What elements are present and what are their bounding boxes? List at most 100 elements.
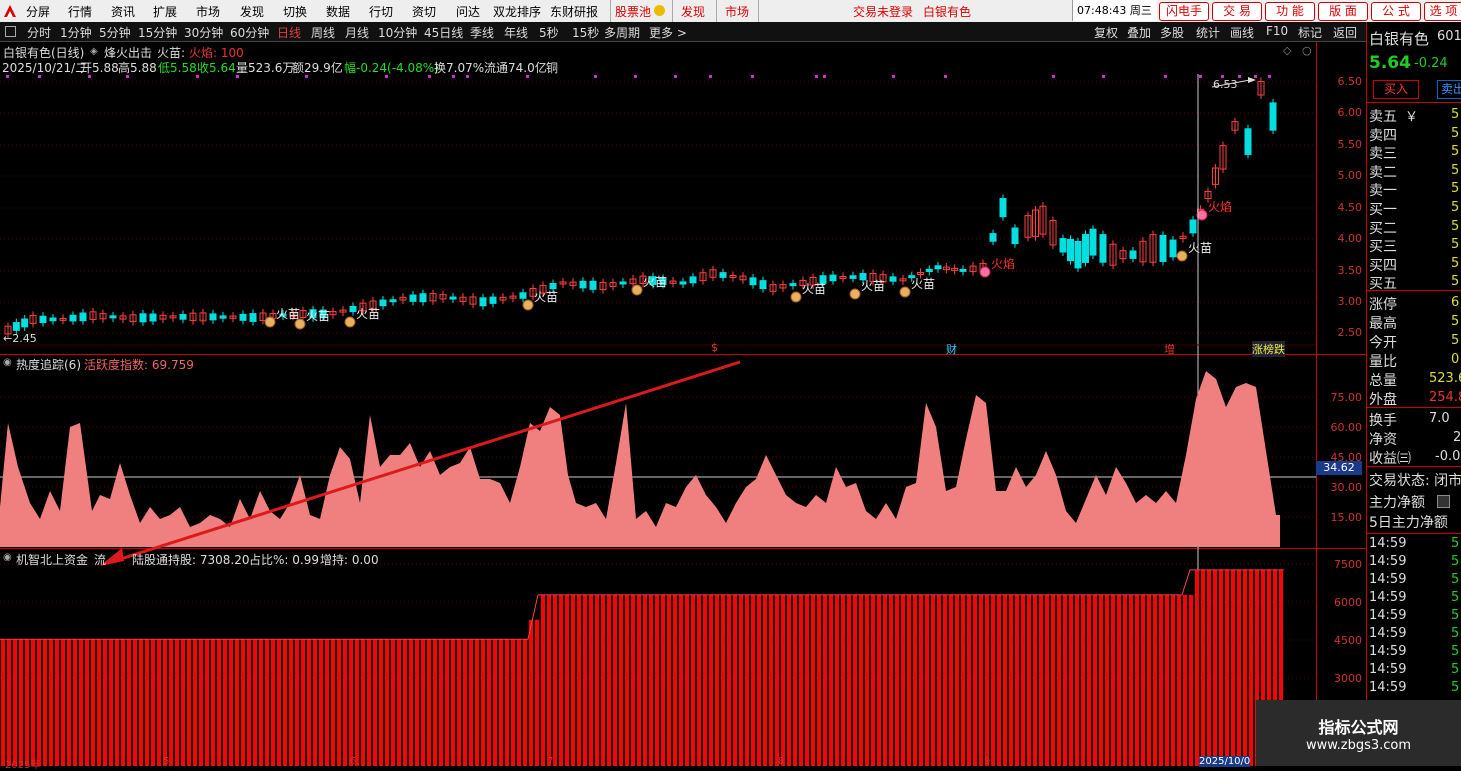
book-level-price: 5 <box>1451 181 1460 197</box>
north-bar <box>871 594 875 766</box>
quote-stock-code: 601 <box>1437 29 1461 44</box>
north-bar <box>277 639 281 766</box>
north-bar <box>685 594 689 766</box>
north-bar <box>145 639 149 766</box>
north-bar <box>1105 594 1109 766</box>
north-bar <box>79 639 83 766</box>
heat-panel-toggle-icon[interactable]: ◉ <box>3 357 12 368</box>
event-increase-marker[interactable]: 增 <box>1164 341 1175 357</box>
north-y-label: 3000 <box>1334 672 1362 685</box>
signal-markers: 火苗 火苗 火苗火苗火苗 火苗 火苗 火苗火苗火焰火焰 <box>264 199 1232 330</box>
north-bar <box>133 639 137 766</box>
north-bar <box>727 594 731 766</box>
book-level-price: 5 <box>1451 255 1460 271</box>
north-bar <box>1069 594 1073 766</box>
north-bar <box>61 639 65 766</box>
north-bar <box>193 639 197 766</box>
formula-button[interactable]: 公 式 <box>1371 2 1421 21</box>
candle-body <box>239 313 247 321</box>
north-bar <box>1087 594 1091 766</box>
miao-signal-icon <box>264 316 276 328</box>
north-bar <box>355 639 359 766</box>
book-level-label: 卖五 <box>1369 109 1397 125</box>
layout-button[interactable]: 版 面 <box>1318 2 1368 21</box>
north-bar <box>73 639 77 766</box>
north-bar <box>67 639 71 766</box>
north-y-label: 7500 <box>1334 558 1362 571</box>
event-finance-marker[interactable]: 财 <box>946 341 957 357</box>
flame-signal-label: 火焰 <box>1208 199 1232 214</box>
north-bar <box>49 639 53 766</box>
north-bar <box>793 594 797 766</box>
buy-button[interactable]: 买入 <box>1373 80 1419 99</box>
north-bar <box>91 639 95 766</box>
north-bar <box>985 594 989 766</box>
book-level-price: 5 <box>1451 237 1460 253</box>
candle-body <box>999 197 1007 218</box>
tick-time: 14:59 <box>1369 536 1407 551</box>
north-bar <box>265 639 269 766</box>
north-panel-toggle-icon[interactable]: ◉ <box>3 552 12 563</box>
north-bar <box>883 594 887 766</box>
north-bar <box>553 594 557 766</box>
north-bar <box>649 594 653 766</box>
tool-back[interactable]: 返回 <box>1333 24 1357 41</box>
north-bar <box>1225 569 1229 766</box>
quote-stat-label: 量比 <box>1369 354 1397 370</box>
north-bar <box>613 594 617 766</box>
north-bar <box>919 594 923 766</box>
north-bar <box>1237 569 1241 766</box>
north-bar <box>1135 594 1139 766</box>
book-level-label: 买二 <box>1369 220 1397 237</box>
north-bar <box>1141 594 1145 766</box>
north-bar <box>115 639 119 766</box>
north-bar <box>427 639 431 766</box>
candle-body <box>519 292 527 299</box>
candle-body <box>689 276 697 284</box>
north-bar <box>295 639 299 766</box>
miao-signal-icon <box>344 316 356 328</box>
north-bar <box>1243 569 1247 766</box>
signal-dot <box>944 75 947 78</box>
candle-body <box>1159 234 1167 262</box>
event-dividend-marker[interactable]: $ <box>711 341 718 354</box>
main-y-label: 5.00 <box>1337 169 1363 182</box>
event-limit-marker[interactable]: 涨榜跌 <box>1252 341 1285 357</box>
candle-body <box>49 317 57 322</box>
north-panel-title[interactable]: 机智北上资金 <box>16 551 88 568</box>
tick-time: 14:59 <box>1369 680 1407 695</box>
north-bar <box>1027 594 1031 766</box>
options-button[interactable]: 选 项 <box>1424 2 1461 21</box>
north-bar <box>25 639 29 766</box>
north-bar <box>805 594 809 766</box>
quote-divider <box>1367 407 1461 408</box>
north-bar <box>751 594 755 766</box>
main-flow-expand-icon[interactable] <box>1437 495 1450 508</box>
north-bar <box>211 639 215 766</box>
candle-body <box>934 265 942 270</box>
candle-body <box>849 275 857 279</box>
chart-canvas: 火苗 火苗 火苗火苗火苗 火苗 火苗 火苗火苗火焰火焰 <box>0 74 1316 766</box>
book-level-label: 买一 <box>1369 202 1397 218</box>
sell-button[interactable]: 卖出 <box>1437 80 1461 99</box>
north-bar <box>739 594 743 766</box>
north-bar <box>301 639 305 766</box>
north-bar <box>511 639 515 766</box>
north-bar <box>1207 569 1211 766</box>
north-bar <box>493 639 497 766</box>
north-bar <box>433 639 437 766</box>
north-bar <box>583 594 587 766</box>
north-bar <box>289 639 293 766</box>
tick-price: 5 <box>1451 590 1460 605</box>
north-bar <box>415 639 419 766</box>
heat-panel-title[interactable]: 热度追踪(6) <box>16 356 81 373</box>
north-bar <box>1039 594 1043 766</box>
north-bar <box>799 594 803 766</box>
signal-dot <box>6 75 9 78</box>
north-bar <box>223 639 227 766</box>
north-bar <box>715 594 719 766</box>
north-bar <box>175 639 179 766</box>
north-bar <box>1009 594 1013 766</box>
signal-dot <box>594 75 597 78</box>
book-level-price: 5 <box>1451 162 1460 178</box>
